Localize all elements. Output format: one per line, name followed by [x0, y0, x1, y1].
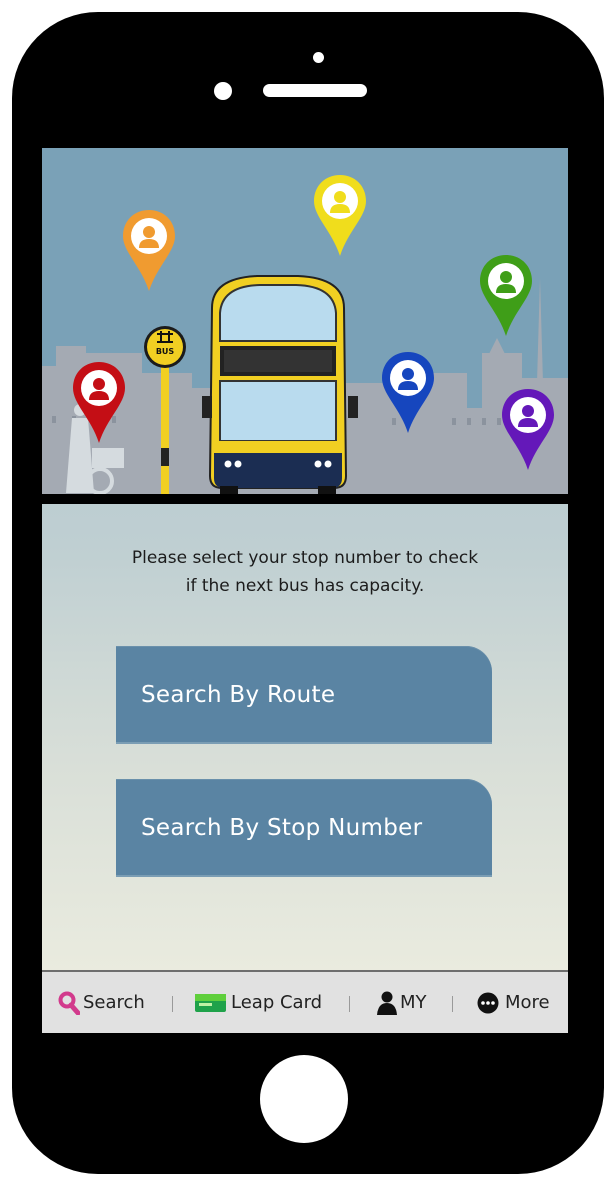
instruction-text: Please select your stop number to check …	[82, 544, 528, 600]
instruction-line-1: Please select your stop number to check	[131, 548, 479, 568]
tab-leap-card-label: Leap Card	[231, 992, 323, 1013]
front-sensor	[313, 52, 324, 63]
earpiece-speaker	[263, 84, 367, 97]
tab-search-label: Search	[83, 992, 145, 1013]
double-decker-bus	[202, 275, 358, 494]
search-by-stop-number-button[interactable]: Search By Stop Number	[116, 779, 492, 877]
tab-my[interactable]: MY	[376, 972, 427, 1033]
hero-illustration: BUS	[42, 148, 568, 498]
tab-divider	[349, 996, 350, 1012]
tab-leap-card[interactable]: Leap Card	[195, 972, 322, 1033]
search-icon	[58, 991, 80, 1015]
bottom-tab-bar: Search Leap Card MY More	[42, 970, 568, 1033]
road-strip	[42, 494, 568, 504]
person-icon	[377, 991, 397, 1015]
tab-my-label: MY	[400, 992, 427, 1013]
tab-divider	[452, 996, 453, 1012]
search-by-route-button[interactable]: Search By Route	[116, 646, 492, 744]
svg-text:BUS: BUS	[156, 347, 175, 356]
app-screen: BUS Please select your stop number to ch…	[42, 148, 568, 1033]
instruction-line-2: if the next bus has capacity.	[185, 576, 425, 596]
tab-search[interactable]: Search	[58, 972, 145, 1033]
tab-divider	[172, 996, 173, 1012]
home-button[interactable]	[260, 1055, 348, 1143]
tab-more-label: More	[505, 992, 550, 1013]
front-camera	[214, 82, 232, 100]
leap-card-icon	[195, 993, 226, 1012]
more-icon	[477, 992, 499, 1013]
tab-more[interactable]: More	[477, 972, 550, 1033]
